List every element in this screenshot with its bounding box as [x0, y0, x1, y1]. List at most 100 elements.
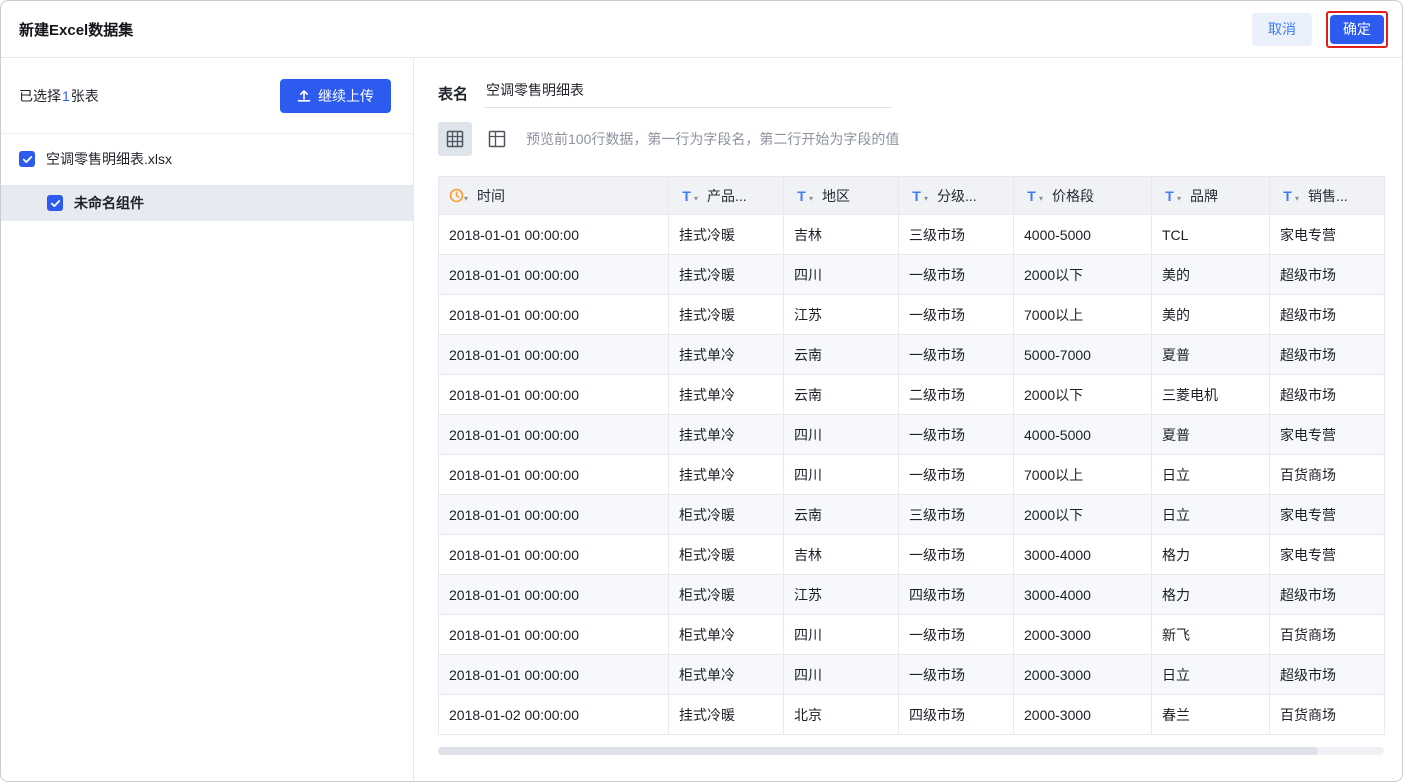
table-cell: 四川	[783, 254, 899, 295]
horizontal-scrollbar-thumb[interactable]	[438, 747, 1318, 755]
table-cell: 柜式单冷	[668, 654, 784, 695]
table-row: 2018-01-01 00:00:00 柜式冷暖 吉林 一级市场 3000-4000 格力…	[438, 534, 1385, 575]
table-cell: 日立	[1151, 654, 1270, 695]
column-header-label: 销售...	[1308, 187, 1348, 204]
confirm-button[interactable]: 确定	[1330, 14, 1384, 44]
table-cell: 柜式单冷	[668, 614, 784, 655]
table-cell: 格力	[1151, 574, 1270, 615]
grid-view-icon	[446, 130, 464, 148]
table-name-row: 表名	[438, 78, 1380, 108]
table-cell: 2000以下	[1013, 494, 1152, 535]
table-cell: 挂式冷暖	[668, 214, 784, 255]
table-row: 2018-01-01 00:00:00 挂式冷暖 四川 一级市场 2000以下 美的 超级市…	[438, 254, 1385, 295]
sheet-checkbox[interactable]	[47, 195, 63, 211]
column-header[interactable]: T ▾ 销售...	[1269, 176, 1385, 215]
table-cell: 4000-5000	[1013, 214, 1152, 255]
column-header[interactable]: T ▾ 产品...	[668, 176, 784, 215]
table-cell: 家电专营	[1269, 414, 1385, 455]
table-cell: 超级市场	[1269, 654, 1385, 695]
table-cell: 2018-01-01 00:00:00	[438, 334, 669, 375]
caret-down-icon[interactable]: ▾	[464, 194, 468, 203]
table-cell: 四级市场	[898, 574, 1014, 615]
text-type-icon: T	[1165, 187, 1174, 204]
table-cell: 挂式单冷	[668, 454, 784, 495]
main-panel: 表名 预览前100行数据，第一行为字段名，第二行开始为字段的值	[414, 58, 1402, 781]
column-header[interactable]: T ▾ 价格段	[1013, 176, 1152, 215]
table-cell: 新飞	[1151, 614, 1270, 655]
table-row: 2018-01-01 00:00:00 柜式单冷 四川 一级市场 2000-3000 日立…	[438, 654, 1385, 695]
file-checkbox[interactable]	[19, 151, 35, 167]
table-cell: 3000-4000	[1013, 574, 1152, 615]
field-view-button[interactable]	[480, 122, 514, 156]
table-row: 2018-01-01 00:00:00 挂式单冷 云南 二级市场 2000以下 三菱电机超…	[438, 374, 1385, 415]
horizontal-scrollbar[interactable]	[438, 747, 1384, 755]
table-cell: TCL	[1151, 214, 1270, 255]
table-cell: 2000-3000	[1013, 654, 1152, 695]
table-cell: 三菱电机	[1151, 374, 1270, 415]
table-cell: 超级市场	[1269, 374, 1385, 415]
caret-down-icon[interactable]: ▾	[1039, 194, 1043, 203]
table-cell: 一级市场	[898, 534, 1014, 575]
table-cell: 百货商场	[1269, 694, 1385, 735]
table-name-input[interactable]	[484, 78, 893, 108]
new-excel-dataset-dialog: 新建Excel数据集 取消 确定 已选择1张表 继续上传 空调零售明细表.xls…	[0, 0, 1403, 782]
cancel-button[interactable]: 取消	[1252, 12, 1312, 46]
table-cell: 4000-5000	[1013, 414, 1152, 455]
table-row: 2018-01-01 00:00:00 挂式冷暖 吉林 三级市场 4000-5000 TC…	[438, 214, 1385, 255]
column-header[interactable]: ▾ 时间	[438, 176, 669, 215]
column-header[interactable]: T ▾ 分级...	[898, 176, 1014, 215]
column-header-label: 时间	[477, 187, 506, 204]
table-cell: 2018-01-02 00:00:00	[438, 694, 669, 735]
table-row: 2018-01-01 00:00:00 柜式冷暖 江苏 四级市场 3000-4000 格力…	[438, 574, 1385, 615]
table-cell: 柜式冷暖	[668, 534, 784, 575]
table-cell: 2018-01-01 00:00:00	[438, 614, 669, 655]
caret-down-icon[interactable]: ▾	[1295, 194, 1299, 203]
table-cell: 家电专营	[1269, 494, 1385, 535]
table-cell: 挂式冷暖	[668, 694, 784, 735]
text-type-icon: T	[1027, 187, 1036, 204]
selected-count: 1	[62, 87, 70, 104]
selected-tables-info: 已选择1张表	[19, 86, 99, 106]
column-header-label: 品牌	[1190, 187, 1219, 204]
column-header-label: 地区	[822, 187, 851, 204]
table-cell: 三级市场	[898, 494, 1014, 535]
caret-down-icon[interactable]: ▾	[809, 194, 813, 203]
table-cell: 挂式单冷	[668, 334, 784, 375]
column-header[interactable]: T ▾ 地区	[783, 176, 899, 215]
caret-down-icon[interactable]: ▾	[694, 194, 698, 203]
file-item[interactable]: 空调零售明细表.xlsx	[1, 134, 413, 183]
table-cell: 百货商场	[1269, 454, 1385, 495]
preview-table-body: 2018-01-01 00:00:00 挂式冷暖 吉林 三级市场 4000-5000 TC…	[438, 214, 1385, 735]
table-cell: 2018-01-01 00:00:00	[438, 654, 669, 695]
sidebar-top: 已选择1张表 继续上传	[1, 58, 413, 134]
table-cell: 江苏	[783, 294, 899, 335]
table-cell: 四川	[783, 654, 899, 695]
table-cell: 江苏	[783, 574, 899, 615]
sheet-item[interactable]: 未命名组件	[1, 185, 413, 221]
column-header[interactable]: T ▾ 品牌	[1151, 176, 1270, 215]
table-cell: 2018-01-01 00:00:00	[438, 374, 669, 415]
continue-upload-button[interactable]: 继续上传	[280, 78, 391, 113]
table-cell: 2000以下	[1013, 254, 1152, 295]
table-cell: 2000-3000	[1013, 614, 1152, 655]
sheet-name: 未命名组件	[74, 195, 144, 211]
caret-down-icon[interactable]: ▾	[1177, 194, 1181, 203]
grid-view-button[interactable]	[438, 122, 472, 156]
table-cell: 云南	[783, 494, 899, 535]
preview-table: ▾ 时间 T ▾ 产品... T ▾ 地区 T ▾ 分级... T ▾ 价格段 T ▾ 品牌 T ▾ 销售... 20…	[438, 176, 1385, 755]
date-type-icon	[449, 188, 464, 204]
table-cell: 柜式冷暖	[668, 574, 784, 615]
table-cell: 日立	[1151, 454, 1270, 495]
table-cell: 挂式冷暖	[668, 254, 784, 295]
table-cell: 二级市场	[898, 374, 1014, 415]
table-cell: 3000-4000	[1013, 534, 1152, 575]
table-cell: 7000以上	[1013, 454, 1152, 495]
table-cell: 日立	[1151, 494, 1270, 535]
text-type-icon: T	[682, 187, 691, 204]
table-cell: 美的	[1151, 294, 1270, 335]
table-row: 2018-01-01 00:00:00 挂式冷暖 江苏 一级市场 7000以上 美的 超级市…	[438, 294, 1385, 335]
table-cell: 超级市场	[1269, 294, 1385, 335]
column-header-label: 价格段	[1052, 187, 1095, 204]
upload-icon	[297, 89, 311, 103]
caret-down-icon[interactable]: ▾	[924, 194, 928, 203]
